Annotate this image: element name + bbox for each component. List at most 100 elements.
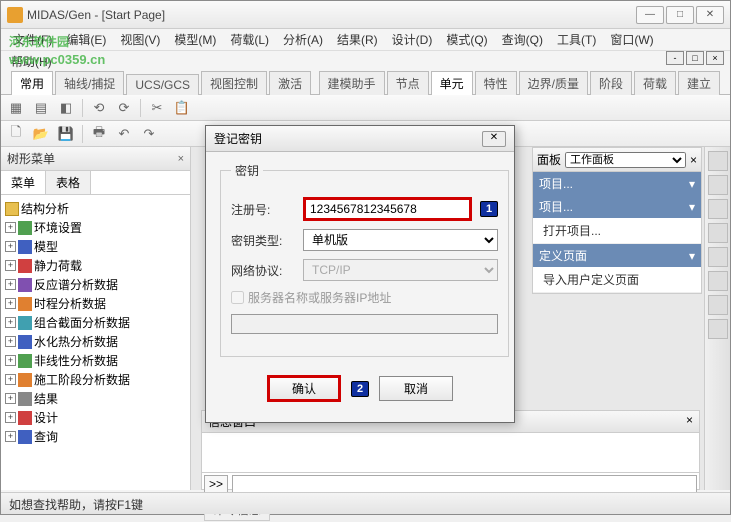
tool-icon[interactable]: ✂ [146,97,168,119]
expander-icon[interactable]: + [5,412,16,423]
reg-number-input[interactable] [303,197,472,221]
expander-icon[interactable]: + [5,374,16,385]
work-panel-select[interactable]: 工作面板 [565,152,686,168]
tree-view[interactable]: 结构分析 +环境设置+模型+静力荷载+反应谱分析数据+时程分析数据+组合截面分析… [1,195,190,490]
side-tool-icon[interactable] [708,247,728,267]
expander-icon[interactable]: + [5,393,16,404]
mdi-max[interactable]: □ [686,51,704,65]
tree-item[interactable]: + 结果 [3,389,188,408]
tab-stage[interactable]: 阶段 [590,71,632,95]
tool-open-icon[interactable]: 📂 [30,123,52,145]
tab-axis[interactable]: 轴线/捕捉 [55,71,124,95]
tree-item[interactable]: +模型 [3,237,188,256]
panel-label: 面板 [537,151,561,168]
tree-item[interactable]: +设计 [3,408,188,427]
tab-ucs[interactable]: UCS/GCS [126,74,199,95]
tree-label: 非线性分析数据 [34,352,118,369]
close-icon[interactable]: × [690,153,697,167]
tool-icon[interactable]: ▤ [30,97,52,119]
subtab-menu[interactable]: 菜单 [1,171,46,194]
menu-analysis[interactable]: 分析(A) [277,29,329,50]
tree-item[interactable]: +水化热分析数据 [3,332,188,351]
side-tool-icon[interactable] [708,223,728,243]
tab-load[interactable]: 荷载 [634,71,676,95]
tab-element[interactable]: 单元 [431,71,473,95]
tab-activate[interactable]: 激活 [269,71,311,95]
tree-item[interactable]: +环境设置 [3,218,188,237]
tool-redo-icon[interactable]: ↷ [138,123,160,145]
tool-save-icon[interactable]: 💾 [55,123,77,145]
rp-item-open[interactable]: 打开项目... [533,218,701,244]
side-tool-icon[interactable] [708,271,728,291]
tab-viewctrl[interactable]: 视图控制 [201,71,267,95]
menu-mode[interactable]: 模式(Q) [440,29,493,50]
tool-icon[interactable]: ◧ [55,97,77,119]
tree-item[interactable]: +查询 [3,427,188,446]
menu-result[interactable]: 结果(R) [331,29,384,50]
menu-help[interactable]: 帮助(H) [1,51,730,71]
command-input[interactable] [232,475,697,493]
menu-view[interactable]: 视图(V) [114,29,166,50]
menu-model[interactable]: 模型(M) [168,29,222,50]
tree-item[interactable]: +施工阶段分析数据 [3,370,188,389]
close-icon[interactable]: × [178,153,184,165]
expander-icon[interactable]: + [5,431,16,442]
side-tool-icon[interactable] [708,319,728,339]
tree-item[interactable]: + 非线性分析数据 [3,351,188,370]
minimize-button[interactable]: — [636,6,664,24]
tree-label: 结果 [34,390,58,407]
tool-icon[interactable]: 📋 [171,97,193,119]
menu-file[interactable]: 文件(F) [7,29,58,50]
expander-icon[interactable]: + [5,260,16,271]
expander-icon[interactable]: + [5,355,16,366]
expander-icon[interactable]: + [5,298,16,309]
dialog-close-icon[interactable]: ✕ [482,131,506,147]
side-tool-icon[interactable] [708,175,728,195]
maximize-button[interactable]: □ [666,6,694,24]
tool-undo-icon[interactable]: ↶ [113,123,135,145]
command-prompt[interactable]: >> [204,475,228,493]
menu-query[interactable]: 查询(Q) [496,29,549,50]
tree-item[interactable]: +静力荷载 [3,256,188,275]
side-tool-icon[interactable] [708,199,728,219]
expander-icon[interactable]: + [5,336,16,347]
tool-icon[interactable]: ▦ [5,97,27,119]
expander-icon[interactable]: + [5,279,16,290]
key-type-select[interactable]: 单机版 [303,229,498,251]
close-button[interactable]: ✕ [696,6,724,24]
rp-section[interactable]: 项目...▾ [533,195,701,218]
tab-node[interactable]: 节点 [387,71,429,95]
tab-build[interactable]: 建立 [678,71,720,95]
cancel-button[interactable]: 取消 [379,376,453,401]
side-tool-icon[interactable] [708,151,728,171]
menu-design[interactable]: 设计(D) [386,29,439,50]
tree-item[interactable]: +组合截面分析数据 [3,313,188,332]
rp-section[interactable]: 定义页面▾ [533,244,701,267]
menu-tools[interactable]: 工具(T) [551,29,602,50]
expander-icon[interactable]: + [5,222,16,233]
mdi-min[interactable]: - [666,51,684,65]
ok-button[interactable]: 确认 [267,375,341,402]
menu-edit[interactable]: 编辑(E) [60,29,112,50]
menu-window[interactable]: 窗口(W) [604,29,659,50]
subtab-table[interactable]: 表格 [46,171,91,194]
tab-prop[interactable]: 特性 [475,71,517,95]
tab-wizard[interactable]: 建模助手 [319,71,385,95]
tool-new-icon[interactable]: 🗋 [5,123,27,145]
tree-item[interactable]: +时程分析数据 [3,294,188,313]
rp-item-import[interactable]: 导入用户定义页面 [533,267,701,293]
expander-icon[interactable]: + [5,317,16,328]
tree-root[interactable]: 结构分析 [3,199,188,218]
tool-print-icon[interactable]: 🖶 [88,123,110,145]
mdi-close[interactable]: × [706,51,724,65]
side-tool-icon[interactable] [708,295,728,315]
rp-section[interactable]: 项目...▾ [533,172,701,195]
close-icon[interactable]: × [686,413,693,430]
menu-load[interactable]: 荷载(L) [224,29,275,50]
tab-boundary[interactable]: 边界/质量 [519,71,588,95]
tool-icon[interactable]: ⟳ [113,97,135,119]
tree-item[interactable]: +反应谱分析数据 [3,275,188,294]
tool-icon[interactable]: ⟲ [88,97,110,119]
tab-common[interactable]: 常用 [11,71,53,95]
expander-icon[interactable]: + [5,241,16,252]
